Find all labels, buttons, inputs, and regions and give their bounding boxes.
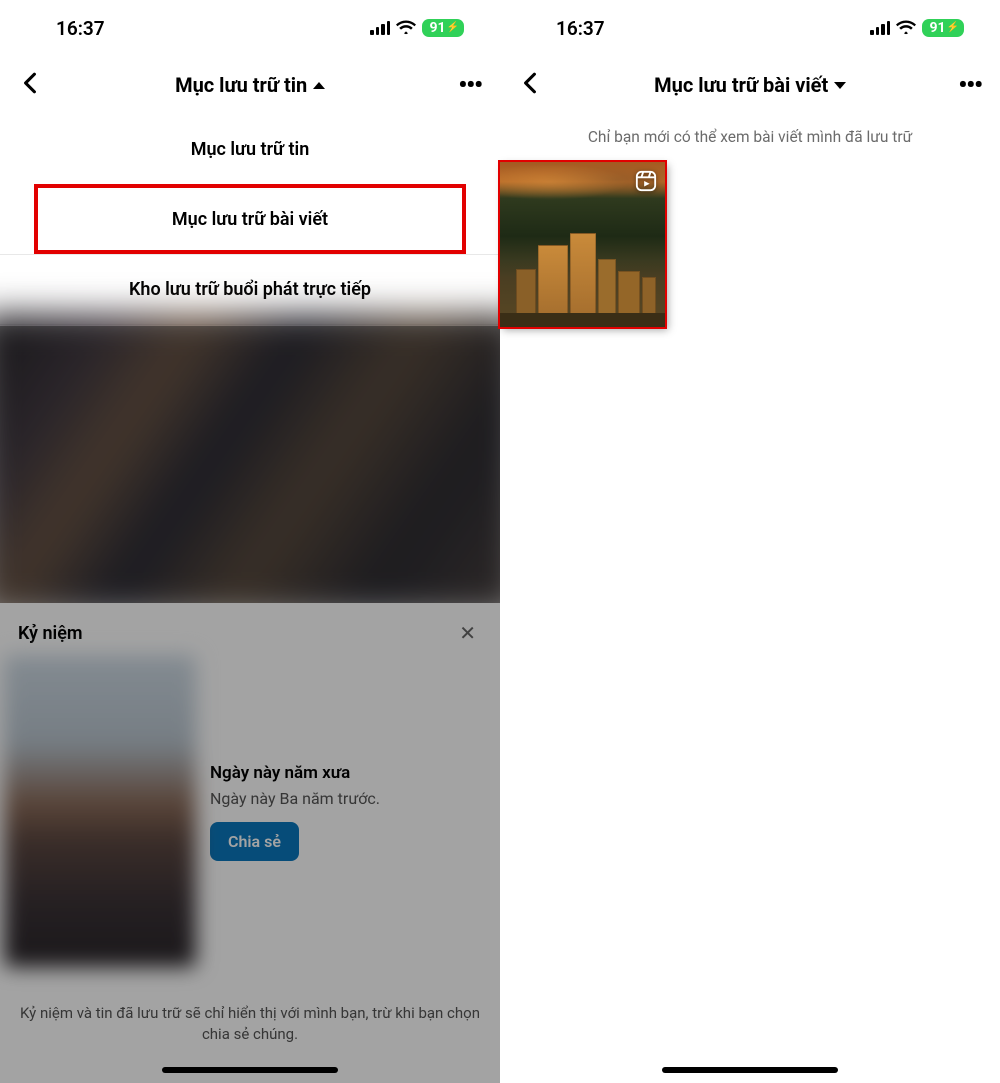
status-right: 91⚡ <box>370 17 464 40</box>
wifi-icon <box>896 17 916 40</box>
chevron-down-icon <box>834 82 846 89</box>
signal-icon <box>870 21 890 35</box>
signal-icon <box>370 21 390 35</box>
archive-type-dropdown: Mục lưu trữ tin Mục lưu trữ bài viết Kho… <box>0 114 500 325</box>
status-time: 16:37 <box>556 17 605 40</box>
archive-privacy-note: Chỉ bạn mới có thể xem bài viết mình đã … <box>500 114 1000 162</box>
modal-backdrop[interactable] <box>0 326 500 1083</box>
wifi-icon <box>396 17 416 40</box>
back-button[interactable] <box>16 66 44 104</box>
more-button[interactable]: ••• <box>956 67 984 103</box>
nav-bar: Mục lưu trữ tin ••• <box>0 56 500 114</box>
nav-bar: Mục lưu trữ bài viết ••• <box>500 56 1000 114</box>
home-indicator[interactable] <box>162 1067 338 1073</box>
status-bar: 16:37 91⚡ <box>0 0 500 56</box>
nav-title-dropdown[interactable]: Mục lưu trữ tin <box>175 73 325 97</box>
more-button[interactable]: ••• <box>456 67 484 103</box>
reel-icon <box>635 170 657 192</box>
status-bar: 16:37 91⚡ <box>500 0 1000 56</box>
screen-right: 16:37 91⚡ Mục lưu trữ bài viết ••• Chỉ b… <box>500 0 1000 1083</box>
charging-icon: ⚡ <box>447 23 459 33</box>
battery-indicator: 91⚡ <box>922 19 964 37</box>
chevron-left-icon <box>22 72 38 94</box>
screen-left: 16:37 91⚡ Mục lưu trữ tin ••• Mục lưu tr… <box>0 0 500 1083</box>
dropdown-option-stories[interactable]: Mục lưu trữ tin <box>0 114 500 184</box>
archived-post-item[interactable] <box>500 162 665 327</box>
charging-icon: ⚡ <box>947 23 959 33</box>
back-button[interactable] <box>516 66 544 104</box>
chevron-left-icon <box>522 72 538 94</box>
nav-title-dropdown[interactable]: Mục lưu trữ bài viết <box>654 73 846 97</box>
status-right: 91⚡ <box>870 17 964 40</box>
dropdown-option-posts[interactable]: Mục lưu trữ bài viết <box>34 184 466 254</box>
status-time: 16:37 <box>56 17 105 40</box>
nav-title-text: Mục lưu trữ tin <box>175 73 307 97</box>
home-indicator[interactable] <box>662 1067 838 1073</box>
archived-posts-grid <box>500 162 1000 327</box>
battery-indicator: 91⚡ <box>422 19 464 37</box>
chevron-up-icon <box>313 82 325 89</box>
nav-title-text: Mục lưu trữ bài viết <box>654 73 828 97</box>
